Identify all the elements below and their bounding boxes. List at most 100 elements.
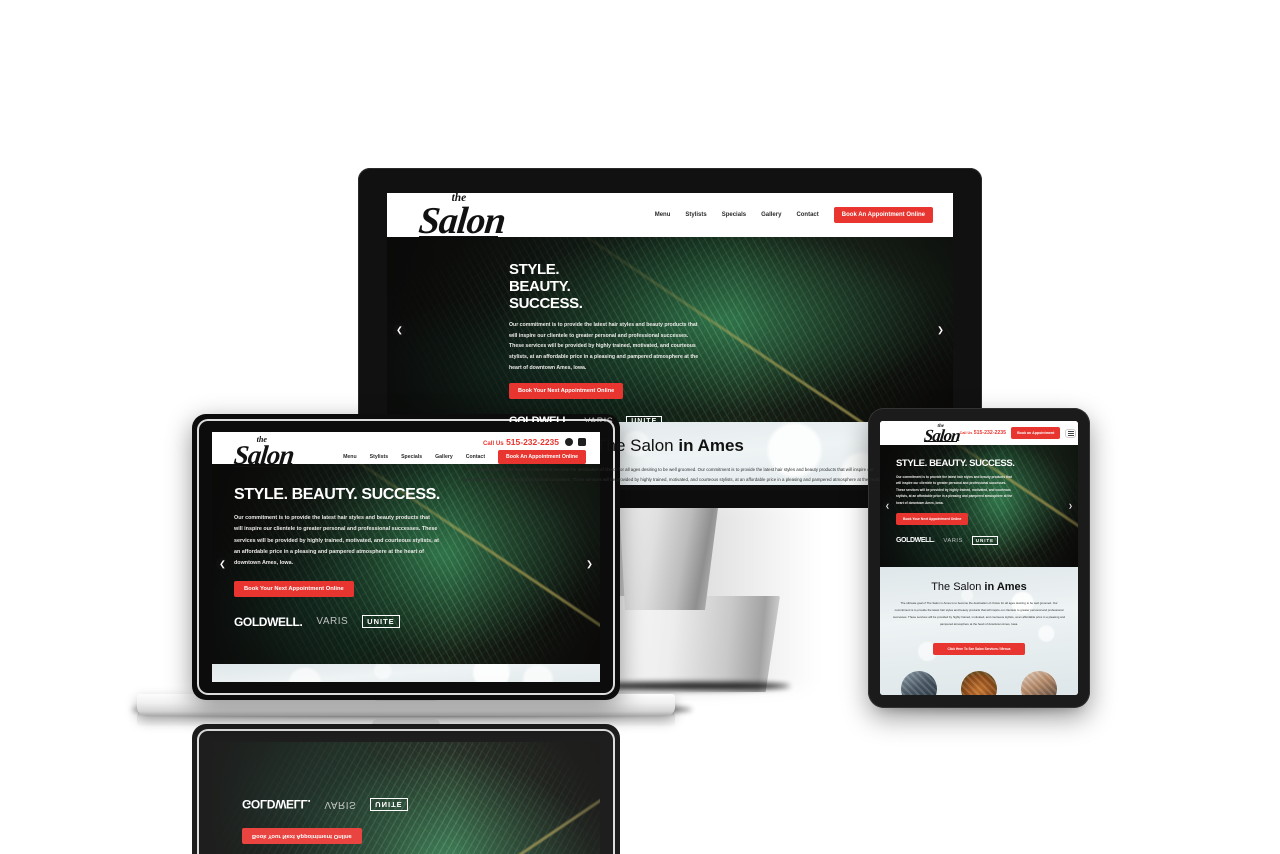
carousel-next-arrow[interactable]: ❯	[934, 323, 947, 336]
tablet-services-menu-button[interactable]: Click Here To See Salon Services / Menus	[933, 642, 1025, 655]
laptop-about-strip	[212, 664, 600, 682]
feature-card-products[interactable]: Highest Quality Products	[1017, 670, 1061, 695]
laptop-salon-logo[interactable]: the Salon	[232, 435, 296, 471]
laptop-reflection: the Salon Menu Stylists Specials Gallery…	[192, 724, 620, 854]
tablet-brand-unite: UNITE	[971, 536, 999, 546]
laptop-nav-item-menu[interactable]: Menu	[343, 454, 357, 460]
laptop-hero-carousel: ❮ ❯ STYLE. BEAUTY. SUCCESS. Our commitme…	[212, 464, 600, 664]
monitor-stand-base	[600, 596, 780, 692]
instagram-icon[interactable]	[578, 438, 586, 446]
reflection-brand-goldwell: GOLDWELL.	[242, 797, 311, 812]
hero-heading: STYLE. BEAUTY. SUCCESS.	[509, 261, 583, 312]
tablet-brand-goldwell: GOLDWELL.	[896, 537, 935, 545]
laptop-hero-heading: STYLE. BEAUTY. SUCCESS.	[234, 486, 440, 503]
reflection-brand-varis: VARIS	[324, 798, 357, 810]
book-appointment-button[interactable]: Book An Appointment Online	[833, 207, 933, 223]
tablet-call-us-label: Call Us	[959, 431, 973, 435]
laptop-carousel-prev-arrow[interactable]: ❮	[216, 557, 229, 571]
about-heading-light: The Salon	[596, 436, 679, 455]
tablet-logo-name: Salon	[923, 426, 961, 446]
laptop-nav-item-specials[interactable]: Specials	[401, 454, 422, 460]
tablet-brand-varis: VARIS	[943, 537, 963, 544]
tablet-hero-cta-button[interactable]: Book Your Next Appointment Online	[896, 513, 969, 526]
tablet-about-heading: The Salon in Ames	[890, 581, 1068, 593]
phone-number[interactable]: 515-232-2235	[506, 437, 559, 447]
nav-item-gallery[interactable]: Gallery	[761, 212, 781, 218]
laptop-device: the Salon Call Us 515-232-2235 Menu Styl…	[192, 414, 620, 700]
brand-varis: VARIS	[584, 416, 614, 422]
brand-unite: UNITE	[626, 415, 663, 422]
hero-carousel: ❮ ❯ STYLE. BEAUTY. SUCCESS. Our commitme…	[387, 237, 953, 422]
laptop-site-header: the Salon Call Us 515-232-2235 Menu Styl…	[212, 432, 600, 471]
brand-goldwell: GOLDWELL.	[509, 415, 572, 422]
feature-card-technology[interactable]: Cutting Edge Technology	[897, 670, 941, 695]
tablet-book-appointment-button[interactable]: Book an Appointment	[1011, 427, 1061, 439]
laptop-about-bokeh	[212, 664, 600, 682]
tablet-hero-paragraph: Our commitment is to provide the latest …	[896, 475, 1013, 505]
logo-name: Salon	[416, 199, 508, 242]
call-us-block[interactable]: Call Us 515-232-2235	[483, 437, 559, 447]
tablet-carousel-next-arrow[interactable]: ❯	[1066, 501, 1075, 511]
laptop-nav-item-contact[interactable]: Contact	[466, 454, 485, 460]
cutting-edge-technology-image	[901, 670, 937, 695]
carousel-prev-arrow[interactable]: ❮	[393, 323, 406, 336]
laptop-nav-item-stylists[interactable]: Stylists	[370, 454, 388, 460]
call-us-label: Call Us	[482, 440, 504, 447]
tablet-about-heading-bold: in Ames	[984, 581, 1027, 593]
site-page-tablet: the Salon Call Us 515-232-2235 Book an A…	[880, 421, 1078, 695]
nav-item-menu[interactable]: Menu	[655, 212, 671, 218]
tablet-call-us[interactable]: Call Us 515-232-2235	[960, 430, 1006, 436]
tablet-site-header: the Salon Call Us 515-232-2235 Book an A…	[880, 421, 1078, 445]
laptop-hero-cta-button[interactable]: Book Your Next Appointment Online	[234, 580, 354, 597]
nav-item-contact[interactable]: Contact	[796, 212, 818, 218]
tablet-salon-logo[interactable]: the Salon	[923, 423, 961, 446]
nav-item-stylists[interactable]: Stylists	[685, 212, 706, 218]
site-page-reflection: the Salon Menu Stylists Specials Gallery…	[212, 742, 600, 854]
hero-cta-button[interactable]: Book Your Next Appointment Online	[509, 383, 624, 400]
feature-cards: Cutting Edge Technology Latest Trends Ha…	[890, 670, 1068, 695]
laptop-nav-item-gallery[interactable]: Gallery	[435, 454, 453, 460]
tablet-about-section: The Salon in Ames The ultimate goal of T…	[880, 567, 1078, 695]
tablet-hero-heading: STYLE. BEAUTY. SUCCESS.	[896, 458, 1015, 469]
reflection-hero-cta: Book Your Next Appointment Online	[242, 828, 362, 845]
tablet-carousel-prev-arrow[interactable]: ❮	[883, 501, 892, 511]
laptop-header-right: Call Us 515-232-2235 Menu Stylists Speci…	[343, 437, 586, 464]
nav-item-specials[interactable]: Specials	[722, 212, 746, 218]
laptop-hero-paragraph: Our commitment is to provide the latest …	[234, 515, 439, 567]
facebook-icon[interactable]	[565, 438, 573, 446]
tablet-phone-number[interactable]: 515-232-2235	[974, 430, 1006, 436]
site-header: the Salon Menu Stylists Specials Gallery…	[387, 193, 953, 242]
tablet-brand-logos: GOLDWELL. VARIS UNITE	[896, 536, 1030, 546]
tablet-about-paragraph: The ultimate goal of The Salon in Ames i…	[893, 601, 1065, 626]
salon-logo[interactable]: the Salon	[416, 193, 508, 242]
about-heading-bold: in Ames	[678, 436, 744, 455]
laptop-book-appointment-button[interactable]: Book An Appointment Online	[498, 450, 586, 464]
main-nav: Menu Stylists Specials Gallery Contact B…	[655, 207, 933, 223]
monitor-stand-neck	[619, 500, 719, 610]
monitor-base-shadow	[590, 682, 790, 690]
laptop-brand-goldwell: GOLDWELL.	[234, 614, 303, 629]
brand-logos: GOLDWELL. VARIS UNITE	[509, 415, 663, 422]
laptop-main-nav: Menu Stylists Specials Gallery Contact B…	[343, 450, 586, 464]
contact-row: Call Us 515-232-2235	[483, 437, 586, 447]
device-mockup-scene: the Salon Menu Stylists Specials Gallery…	[0, 0, 1280, 854]
tablet-about-heading-light: The Salon	[931, 581, 985, 593]
laptop-brand-varis: VARIS	[316, 616, 349, 628]
highest-quality-products-image	[1021, 670, 1057, 695]
laptop-logo-name: Salon	[232, 440, 296, 471]
tablet-device: the Salon Call Us 515-232-2235 Book an A…	[868, 408, 1090, 708]
tablet-header-right: Call Us 515-232-2235 Book an Appointment	[960, 427, 1077, 439]
reflection-brands: GOLDWELL. VARIS UNITE	[242, 797, 472, 811]
about-paragraph: The ultimate goal of The Salon in Ames i…	[460, 467, 880, 483]
laptop-brand-logos: GOLDWELL. VARIS UNITE	[234, 615, 472, 629]
latest-trends-hairstyling-image	[961, 670, 997, 695]
social-icons	[565, 438, 586, 446]
reflection-screen: the Salon Menu Stylists Specials Gallery…	[212, 742, 600, 854]
reflection-hero: STYLE. BEAUTY. SUCCESS. Our commitment i…	[212, 742, 600, 854]
reflection-brand-unite: UNITE	[370, 797, 408, 811]
hamburger-menu-icon[interactable]	[1065, 428, 1077, 438]
tablet-hero-carousel: ❮ ❯ STYLE. BEAUTY. SUCCESS. Our commitme…	[880, 445, 1078, 567]
hero-paragraph: Our commitment is to provide the latest …	[509, 322, 699, 371]
laptop-carousel-next-arrow[interactable]: ❯	[583, 557, 596, 571]
feature-card-trends[interactable]: Latest Trends Hairstyling	[957, 670, 1001, 695]
